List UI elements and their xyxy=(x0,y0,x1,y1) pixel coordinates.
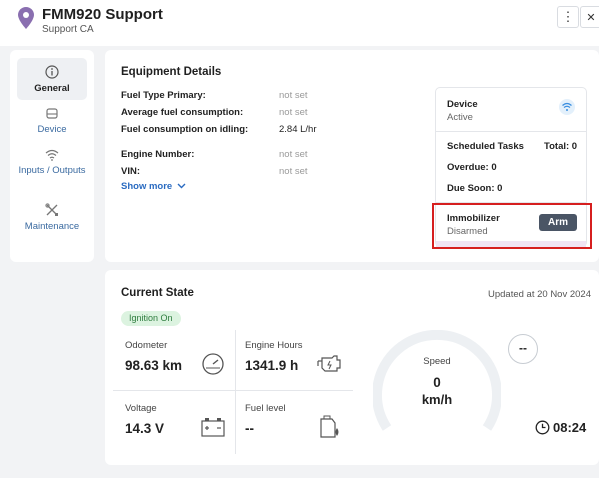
speed-unit: km/h xyxy=(421,392,453,407)
scheduled-tasks-label: Scheduled Tasks xyxy=(447,141,524,152)
info-icon xyxy=(45,65,59,79)
location-pin-icon xyxy=(18,7,34,29)
immobilizer-highlight-box xyxy=(432,203,592,249)
battery-icon xyxy=(201,418,225,437)
fuel-can-icon xyxy=(320,415,339,438)
more-menu-button[interactable]: ⋮ xyxy=(557,6,579,28)
field-value: not set xyxy=(279,166,308,177)
chevron-down-icon xyxy=(177,183,186,189)
close-icon: ✕ xyxy=(586,11,596,24)
speed-label: Speed xyxy=(423,356,451,367)
wifi-icon xyxy=(45,149,59,161)
device-status: Active xyxy=(447,112,473,123)
tools-icon xyxy=(45,203,58,216)
field-label: Engine Number: xyxy=(121,149,195,160)
fuel-level-label: Fuel level xyxy=(245,403,286,414)
time-value: 08:24 xyxy=(553,420,587,435)
sidebar: General Device Inputs / Outputs Maintena… xyxy=(10,50,94,262)
updated-timestamp: Updated at 20 Nov 2024 xyxy=(488,289,591,300)
equipment-details-title: Equipment Details xyxy=(121,66,222,78)
direction-indicator: -- xyxy=(508,334,538,364)
page-subtitle: Support CA xyxy=(42,24,94,35)
wifi-signal-icon xyxy=(559,99,575,115)
field-value: not set xyxy=(279,90,308,101)
clock-icon xyxy=(535,420,550,435)
show-more-label: Show more xyxy=(121,181,173,192)
current-state-card: Current State Updated at 20 Nov 2024 Ign… xyxy=(105,270,599,465)
sidebar-item-general[interactable]: General xyxy=(17,58,87,100)
voltage-value: 14.3 V xyxy=(125,421,165,436)
engine-icon xyxy=(317,355,341,372)
engine-hours-value: 1341.9 h xyxy=(245,358,299,373)
show-more-link[interactable]: Show more xyxy=(121,181,186,192)
sidebar-item-inputs-outputs[interactable]: Inputs / Outputs xyxy=(17,149,87,193)
field-value: not set xyxy=(279,149,308,160)
odometer-value: 98.63 km xyxy=(125,358,183,373)
total-tasks: Total: 0 xyxy=(544,141,578,152)
overdue-tasks: Overdue: 0 xyxy=(447,162,497,173)
voltage-label: Voltage xyxy=(125,403,157,414)
field-value: not set xyxy=(279,107,308,118)
odometer-label: Odometer xyxy=(125,340,168,351)
engine-hours-label: Engine Hours xyxy=(245,340,303,351)
fuel-level-value: -- xyxy=(245,421,254,436)
sidebar-item-label: Inputs / Outputs xyxy=(18,165,86,176)
more-vertical-icon: ⋮ xyxy=(561,9,575,24)
field-label: Fuel consumption on idling: xyxy=(121,124,249,135)
field-label: Average fuel consumption: xyxy=(121,107,244,118)
current-state-title: Current State xyxy=(121,287,194,299)
sidebar-item-device[interactable]: Device xyxy=(17,108,87,140)
field-value: 2.84 L/hr xyxy=(279,124,317,135)
field-label: Fuel Type Primary: xyxy=(121,90,206,101)
sidebar-item-label: Maintenance xyxy=(24,221,80,232)
odometer-gauge-icon xyxy=(202,353,224,375)
due-soon-tasks: Due Soon: 0 xyxy=(447,183,503,194)
device-label: Device xyxy=(447,99,478,110)
sidebar-item-label: Device xyxy=(37,124,67,135)
device-icon xyxy=(46,108,58,119)
sidebar-item-label: General xyxy=(34,83,70,94)
field-label: VIN: xyxy=(121,166,140,177)
close-button[interactable]: ✕ xyxy=(580,6,599,28)
page-title: FMM920 Support xyxy=(42,6,163,23)
speed-value: 0 xyxy=(433,375,441,390)
sidebar-item-maintenance[interactable]: Maintenance xyxy=(17,203,87,237)
ignition-badge: Ignition On xyxy=(121,311,181,326)
header: FMM920 Support Support CA ⋮ ✕ xyxy=(0,0,599,46)
